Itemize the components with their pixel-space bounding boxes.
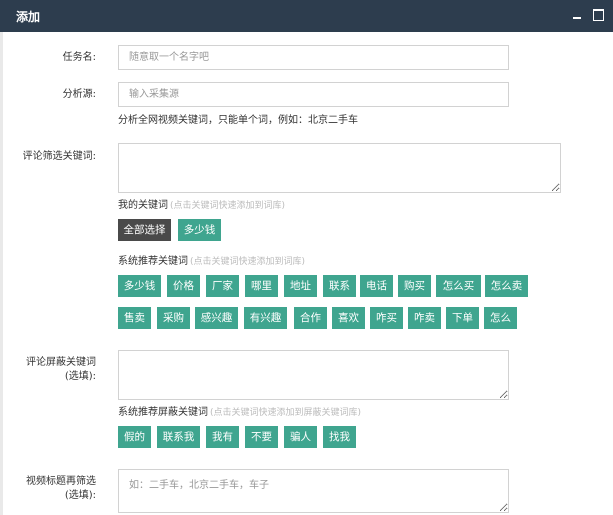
sys-keyword-tag[interactable]: 电话 [360,275,393,297]
sys-keyword-tag[interactable]: 哪里 [245,275,278,297]
task-name-input[interactable] [118,45,509,70]
block-keywords-title: 系统推荐屏蔽关键词 [118,407,208,418]
block-keyword-tag[interactable]: 联系我 [157,426,200,448]
sys-keyword-tag[interactable]: 售卖 [118,307,151,329]
sys-keyword-tag[interactable]: 多少钱 [118,275,161,297]
window-title: 添加 [16,10,41,24]
window-titlebar: 添加 [0,0,613,32]
sys-keyword-tag[interactable]: 怎么 [484,307,517,329]
block-keyword-tag[interactable]: 骗人 [284,426,317,448]
sys-keyword-tag[interactable]: 采购 [157,307,190,329]
sys-keyword-tag[interactable]: 购买 [398,275,431,297]
my-keyword-tag[interactable]: 多少钱 [178,219,221,241]
minimize-icon[interactable] [570,6,584,22]
sys-keyword-tag[interactable]: 联系 [323,275,356,297]
block-keyword-tag[interactable]: 找我 [323,426,356,448]
sys-keyword-tag[interactable]: 有兴趣 [244,307,287,329]
comment-block-optional-label: (选填): [64,371,96,382]
block-keywords-heading: 系统推荐屏蔽关键词 (点击关键词快速添加到屏蔽关键词库) [118,403,361,418]
sys-keyword-tag[interactable]: 咋卖 [408,307,441,329]
sys-keyword-tag[interactable]: 感兴趣 [195,307,238,329]
select-all-button[interactable]: 全部选择 [118,219,171,241]
sys-keywords-hint: (点击关键词快速添加到词库) [190,257,306,267]
block-keyword-tag[interactable]: 不要 [245,426,278,448]
sys-keyword-tag[interactable]: 怎么卖 [485,275,528,297]
title-filter-optional-label: (选填): [64,490,96,501]
sys-keyword-tag[interactable]: 下单 [446,307,479,329]
my-keywords-title: 我的关键词 [118,200,168,211]
sys-keyword-tag[interactable]: 价格 [167,275,200,297]
sys-keyword-tag[interactable]: 厂家 [206,275,239,297]
title-filter-textarea[interactable] [118,469,509,513]
my-keywords-heading: 我的关键词 (点击关键词快速添加到词库) [118,196,285,211]
comment-block-label: 评论屏蔽关键词 [26,357,96,368]
sys-keyword-tag[interactable]: 喜欢 [332,307,365,329]
comment-filter-label: 评论筛选关键词: [22,151,96,162]
my-keywords-hint: (点击关键词快速添加到词库) [170,201,286,211]
task-name-label: 任务名: [62,52,96,63]
maximize-icon[interactable] [591,6,605,22]
source-label: 分析源: [62,89,96,100]
block-keywords-hint: (点击关键词快速添加到屏蔽关键词库) [210,408,362,418]
title-filter-label: 视频标题再筛选 [26,476,96,487]
comment-filter-textarea[interactable] [118,143,561,193]
source-hint: 分析全网视频关键词，只能单个词，例如：北京二手车 [118,115,358,126]
sys-keyword-tag[interactable]: 合作 [294,307,327,329]
source-input[interactable] [118,82,509,107]
block-keyword-tag[interactable]: 我有 [206,426,239,448]
left-edge-divider [0,32,3,515]
sys-keywords-heading: 系统推荐关键词 (点击关键词快速添加到词库) [118,252,305,267]
block-keyword-tag[interactable]: 假的 [118,426,151,448]
sys-keyword-tag[interactable]: 咋买 [370,307,403,329]
sys-keyword-tag[interactable]: 地址 [284,275,317,297]
comment-block-textarea[interactable] [118,350,509,400]
sys-keyword-tag[interactable]: 怎么买 [436,275,481,297]
sys-keywords-title: 系统推荐关键词 [118,256,188,267]
